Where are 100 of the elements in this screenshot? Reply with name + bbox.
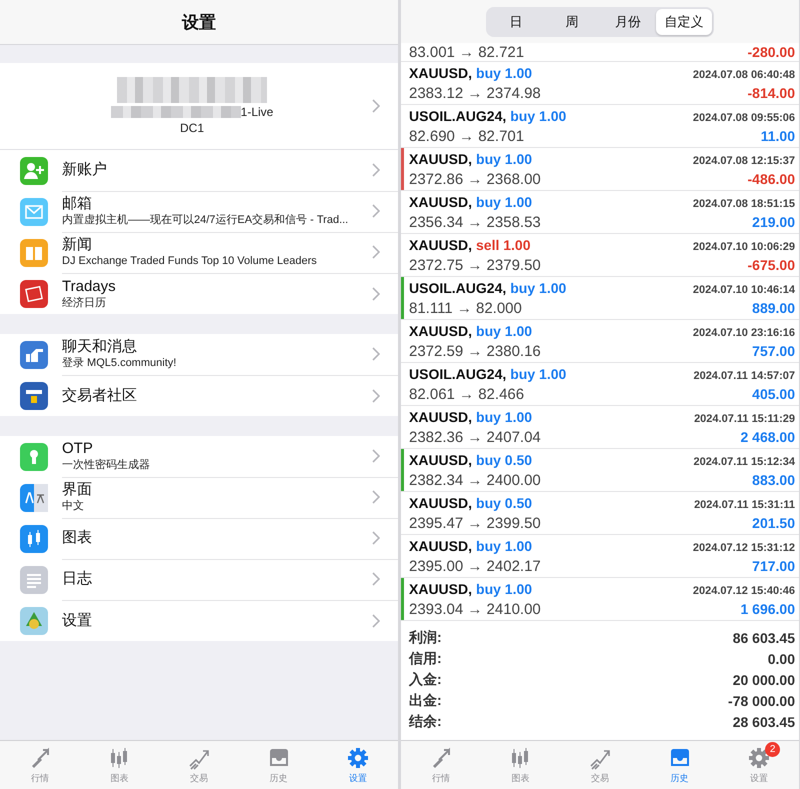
symbol-text: USOIL.AUG24, <box>409 280 506 296</box>
chevron-icon <box>372 204 380 218</box>
trade-row[interactable]: XAUUSD, sell 1.00 2024.07.10 10:06:29 2372.75 → 2379.50 -675.00 <box>401 234 799 277</box>
symbol-text: XAUUSD, <box>409 322 472 338</box>
menu-item[interactable]: Tradays 经济日历 <box>0 273 398 314</box>
trade-time: 2024.07.12 15:40:46 <box>692 584 795 596</box>
settings-icon <box>346 746 370 770</box>
trade-time: 2024.07.11 14:57:07 <box>693 370 795 382</box>
item-subtitle: 中文 <box>62 499 85 513</box>
price-range: 82.690 → 82.701 <box>409 128 524 144</box>
summary-label: 入金: <box>409 670 442 688</box>
item-title: 聊天和消息 <box>62 338 138 356</box>
menu-item[interactable]: 设置 <box>0 600 398 641</box>
segment-tab[interactable]: 自定义 <box>656 8 712 34</box>
chevron-icon <box>372 449 380 463</box>
language-icon <box>20 484 48 512</box>
mql-logo-icon <box>20 382 48 410</box>
price-range: 2395.00 → 2402.17 <box>409 558 541 574</box>
tab-label: 交易 <box>590 772 609 784</box>
trade-row[interactable]: XAUUSD, buy 1.00 2024.07.08 06:40:48 2383.12 → 2374.98 -814.00 <box>401 62 799 105</box>
order-side: buy 1.00 <box>476 538 532 554</box>
summary-value: -78 000.00 <box>728 692 795 708</box>
segment-tab[interactable]: 周 <box>544 8 600 34</box>
order-side: buy 1.00 <box>476 580 532 596</box>
price-range: 2382.36 → 2407.04 <box>409 428 541 446</box>
trade-row[interactable]: XAUUSD, buy 1.00 2024.07.08 12:15:37 2372.86 → 2368.00 -486.00 <box>401 148 799 191</box>
item-subtitle: 登录 MQL5.community! <box>62 356 178 370</box>
symbol-text: XAUUSD, <box>409 538 472 554</box>
item-title: Tradays <box>62 278 117 296</box>
menu-item[interactable]: 新闻 DJ Exchange Traded Funds Top 10 Volume Leaders <box>0 232 398 273</box>
tab-label: 交易 <box>190 772 208 784</box>
profit-value: -814.00 <box>748 84 795 100</box>
trade-time: 2024.07.10 10:46:14 <box>692 284 795 296</box>
symbol-text: XAUUSD, <box>409 408 472 424</box>
symbol-text: USOIL.AUG24, <box>409 366 506 382</box>
tab-label: 历史 <box>670 772 689 784</box>
item-title: OTP <box>62 440 94 458</box>
menu-item[interactable]: 图表 <box>0 518 398 559</box>
tab-bar-item[interactable]: 设置 <box>318 741 398 789</box>
menu-item[interactable]: 新账户 <box>0 150 398 191</box>
symbol-text: XAUUSD, <box>409 236 472 252</box>
chevron-icon <box>372 99 380 113</box>
item-title: 新账户 <box>62 161 108 179</box>
order-side: buy 1.00 <box>476 64 532 80</box>
profit-value: 717.00 <box>752 558 795 574</box>
summary-value: 86 603.45 <box>732 630 795 646</box>
profit-value: -280.00 <box>748 44 795 60</box>
profit-value: 219.00 <box>752 214 795 230</box>
menu-item[interactable]: 日志 <box>0 559 398 600</box>
trade-time: 2024.07.11 15:12:34 <box>693 456 795 468</box>
chevron-icon <box>372 388 380 402</box>
symbol-text: XAUUSD, <box>409 64 472 80</box>
chevron-icon <box>372 614 380 628</box>
notification-badge: 2 <box>765 742 780 757</box>
price-range: 2395.47 → 2399.50 <box>409 514 541 532</box>
trade-time: 2024.07.08 12:15:37 <box>692 154 795 166</box>
menu-item[interactable]: OTP 一次性密码生成器 <box>0 436 398 477</box>
order-side: buy 0.50 <box>476 452 532 468</box>
menu-item[interactable]: 界面 中文 <box>0 477 398 518</box>
account-row[interactable]: 1-Live DC1 <box>0 63 398 150</box>
tab-label: 图表 <box>511 772 530 784</box>
trade-row[interactable]: XAUUSD, buy 1.00 2024.07.08 18:51:15 2356.34 → 2358.53 219.00 <box>401 191 799 234</box>
order-side: buy 1.00 <box>510 280 566 296</box>
chevron-icon <box>372 286 380 300</box>
item-title: 设置 <box>62 612 93 630</box>
trade-time: 2024.07.12 15:31:12 <box>692 542 795 554</box>
chevron-icon <box>372 163 380 177</box>
chevron-icon <box>372 245 380 259</box>
profit-value: -675.00 <box>748 256 795 272</box>
summary-value: 28 603.45 <box>732 714 795 730</box>
menu-item[interactable]: 聊天和消息 登录 MQL5.community! <box>0 334 398 375</box>
profit-value: 201.50 <box>752 514 795 530</box>
trade-time: 2024.07.10 23:16:16 <box>692 326 795 338</box>
order-side: buy 1.00 <box>476 322 532 338</box>
profit-value: 2 468.00 <box>740 428 795 444</box>
price-range: 2393.04 → 2410.00 <box>409 600 541 618</box>
order-side: buy 1.00 <box>476 194 532 210</box>
tab-label: 行情 <box>30 772 49 784</box>
chevron-icon <box>372 347 380 361</box>
symbol-text: XAUUSD, <box>409 580 472 596</box>
trade-time: 2024.07.11 15:31:11 <box>694 498 795 510</box>
tab-bar-item[interactable]: 历史 <box>640 741 720 789</box>
item-title: 日志 <box>62 570 93 588</box>
item-title: 界面 <box>62 481 93 499</box>
tab-bar-item[interactable]: 设置 2 <box>719 741 799 789</box>
menu-item[interactable]: 邮箱 内置虚拟主机——现在可以24/7运行EA交易和信号 - Trad... <box>0 191 398 232</box>
segment-tab[interactable]: 月份 <box>600 8 656 34</box>
page-title: 设置 <box>182 12 216 34</box>
book-icon <box>20 238 48 266</box>
account-name: 1-Live <box>240 105 274 119</box>
segment-tab[interactable]: 日 <box>488 8 544 34</box>
price-range: 2383.12 → 2374.98 <box>409 84 541 102</box>
symbol-text: XAUUSD, <box>409 194 472 210</box>
order-side: sell 1.00 <box>476 236 531 252</box>
item-subtitle: 内置虚拟主机——现在可以24/7运行EA交易和信号 - Trad... <box>62 213 350 227</box>
item-subtitle: 经济日历 <box>62 296 107 310</box>
trade-time: 2024.07.10 10:06:29 <box>692 240 795 252</box>
menu-item[interactable]: 交易者社区 <box>0 375 398 416</box>
symbol-text: XAUUSD, <box>409 452 472 468</box>
app-logo-icon <box>20 606 48 634</box>
